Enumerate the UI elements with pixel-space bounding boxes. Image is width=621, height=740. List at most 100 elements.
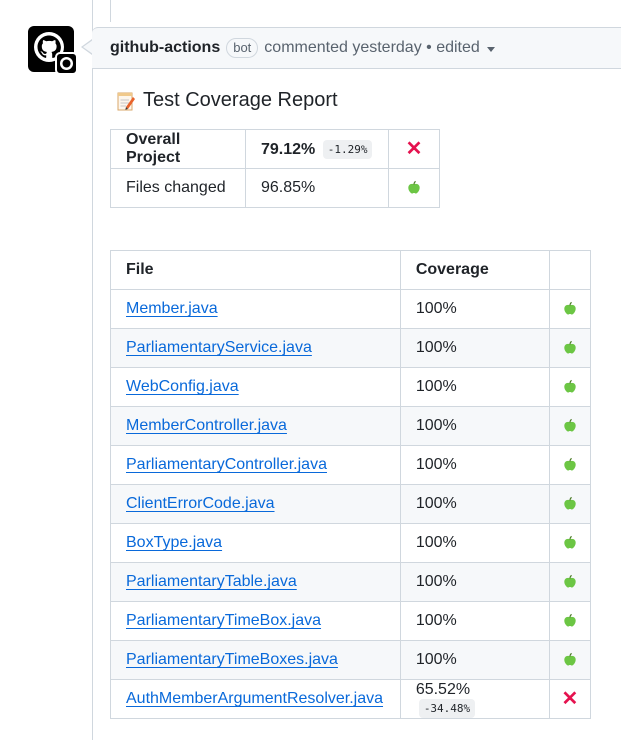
file-cell: ParliamentaryTimeBoxes.java bbox=[110, 640, 401, 680]
file-cell: Member.java bbox=[110, 289, 401, 329]
files-coverage-table: File Coverage Member.java 100% Parliamenta… bbox=[110, 250, 592, 719]
coverage-cell: 100% bbox=[399, 601, 550, 641]
summary-value: 79.12% bbox=[261, 140, 316, 158]
file-link[interactable]: AuthMemberArgumentResolver.java bbox=[126, 690, 383, 707]
coverage-value: 65.52% bbox=[415, 680, 471, 698]
status-cell bbox=[548, 562, 592, 602]
coverage-cell: 65.52% -34.48% bbox=[399, 679, 550, 719]
status-cell: ✕ bbox=[548, 679, 592, 719]
green-apple-icon bbox=[564, 418, 576, 432]
report-title-text: Test Coverage Report bbox=[143, 89, 338, 111]
file-cell: ParliamentaryTable.java bbox=[110, 562, 401, 602]
table-row: ParliamentaryController.java 100% bbox=[110, 445, 592, 485]
status-cell bbox=[548, 640, 592, 680]
status-cell bbox=[548, 406, 592, 446]
coverage-value: 100% bbox=[415, 300, 457, 317]
coverage-value: 100% bbox=[415, 495, 457, 512]
comment-meta[interactable]: commented yesterday • edited bbox=[264, 39, 480, 57]
coverage-cell: 100% bbox=[399, 328, 550, 368]
file-cell: ClientErrorCode.java bbox=[110, 484, 401, 524]
green-apple-icon bbox=[564, 301, 576, 315]
coverage-value: 100% bbox=[415, 339, 457, 356]
coverage-delta-badge: -34.48% bbox=[418, 698, 476, 718]
file-link[interactable]: ParliamentaryTimeBox.java bbox=[126, 612, 321, 629]
file-link[interactable]: ParliamentaryTimeBoxes.java bbox=[126, 651, 338, 668]
summary-label: Overall Project bbox=[110, 129, 246, 169]
coverage-cell: 100% bbox=[399, 523, 550, 563]
table-header-row: File Coverage bbox=[110, 250, 592, 290]
status-cell: ✕ bbox=[388, 129, 440, 169]
coverage-value: 100% bbox=[415, 534, 457, 551]
file-cell: ParliamentaryTimeBox.java bbox=[110, 601, 401, 641]
coverage-cell: 100% bbox=[399, 445, 550, 485]
coverage-value: 100% bbox=[415, 456, 457, 473]
green-apple-icon bbox=[564, 535, 576, 549]
file-link[interactable]: ParliamentaryController.java bbox=[126, 456, 327, 473]
coverage-value: 100% bbox=[415, 417, 457, 434]
timeline-line bbox=[92, 0, 93, 740]
summary-value: 96.85% bbox=[245, 168, 389, 208]
table-row: WebConfig.java 100% bbox=[110, 367, 592, 407]
timeline-line-top bbox=[110, 0, 111, 22]
coverage-value: 100% bbox=[415, 612, 457, 629]
status-cell bbox=[548, 445, 592, 485]
column-header-coverage: Coverage bbox=[399, 250, 550, 290]
table-row: Files changed 96.85% bbox=[110, 168, 440, 208]
status-cell bbox=[548, 289, 592, 329]
status-cell bbox=[548, 601, 592, 641]
file-link[interactable]: BoxType.java bbox=[126, 534, 222, 551]
coverage-cell: 100% bbox=[399, 367, 550, 407]
table-row: AuthMemberArgumentResolver.java 65.52% -3… bbox=[110, 679, 592, 719]
green-apple-icon bbox=[564, 340, 576, 354]
table-row: ParliamentaryTable.java 100% bbox=[110, 562, 592, 602]
coverage-value: 100% bbox=[415, 573, 457, 590]
coverage-cell: 100% bbox=[399, 484, 550, 524]
file-link[interactable]: ParliamentaryService.java bbox=[126, 339, 312, 356]
table-row: ParliamentaryTimeBox.java 100% bbox=[110, 601, 592, 641]
status-cell bbox=[548, 328, 592, 368]
github-app-badge-icon bbox=[55, 52, 78, 75]
file-link[interactable]: WebConfig.java bbox=[126, 378, 239, 395]
cross-mark-icon: ✕ bbox=[405, 137, 423, 160]
column-header-file: File bbox=[110, 250, 401, 290]
file-cell: MemberController.java bbox=[110, 406, 401, 446]
file-cell: ParliamentaryController.java bbox=[110, 445, 401, 485]
column-header-status bbox=[548, 250, 592, 290]
file-link[interactable]: Member.java bbox=[126, 300, 218, 317]
report-title: Test Coverage Report bbox=[116, 89, 338, 112]
table-row: ParliamentaryService.java 100% bbox=[110, 328, 592, 368]
file-cell: BoxType.java bbox=[110, 523, 401, 563]
coverage-cell: 100% bbox=[399, 562, 550, 602]
coverage-value: 100% bbox=[415, 651, 457, 668]
file-link[interactable]: ClientErrorCode.java bbox=[126, 495, 275, 512]
green-apple-icon bbox=[564, 379, 576, 393]
coverage-cell: 100% bbox=[399, 289, 550, 329]
summary-label: Files changed bbox=[110, 168, 246, 208]
green-apple-icon bbox=[564, 496, 576, 510]
comment-author[interactable]: github-actions bbox=[110, 39, 220, 57]
coverage-value: 100% bbox=[415, 378, 457, 395]
file-link[interactable]: MemberController.java bbox=[126, 417, 287, 434]
chevron-down-icon[interactable] bbox=[486, 47, 495, 52]
memo-icon bbox=[117, 92, 135, 110]
file-cell: AuthMemberArgumentResolver.java bbox=[110, 679, 401, 719]
status-cell bbox=[548, 523, 592, 563]
file-cell: WebConfig.java bbox=[110, 367, 401, 407]
green-apple-icon bbox=[408, 180, 420, 194]
green-apple-icon bbox=[564, 613, 576, 627]
table-row: ParliamentaryTimeBoxes.java 100% bbox=[110, 640, 592, 680]
coverage-delta-badge: -1.29% bbox=[322, 139, 373, 159]
summary-table: Overall Project 79.12% -1.29% ✕ Files ch… bbox=[110, 129, 440, 208]
coverage-cell: 100% bbox=[399, 406, 550, 446]
status-cell bbox=[388, 168, 440, 208]
file-link[interactable]: ParliamentaryTable.java bbox=[126, 573, 297, 590]
table-row: ClientErrorCode.java 100% bbox=[110, 484, 592, 524]
table-row: MemberController.java 100% bbox=[110, 406, 592, 446]
status-cell bbox=[548, 484, 592, 524]
green-apple-icon bbox=[564, 574, 576, 588]
status-cell bbox=[548, 367, 592, 407]
table-row: Overall Project 79.12% -1.29% ✕ bbox=[110, 129, 440, 169]
bot-badge: bot bbox=[226, 38, 259, 58]
table-row: BoxType.java 100% bbox=[110, 523, 592, 563]
summary-value-cell: 79.12% -1.29% bbox=[245, 129, 389, 169]
